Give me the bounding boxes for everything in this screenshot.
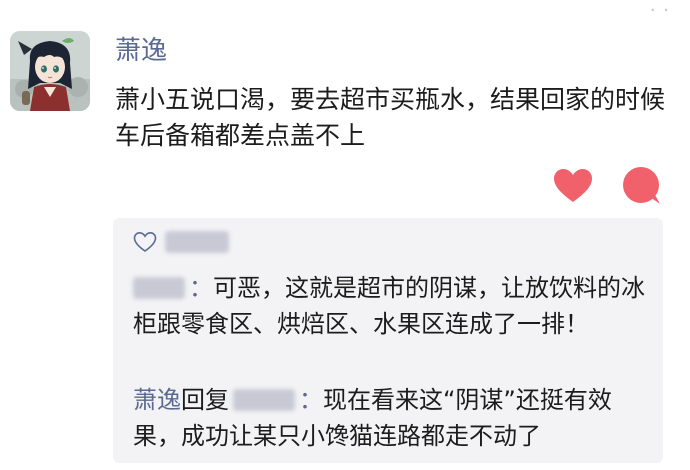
commenter-name-redacted[interactable] xyxy=(133,277,185,299)
reply-label: 回复 xyxy=(181,386,229,414)
author-name[interactable]: 萧逸 xyxy=(115,34,167,68)
reply-target-name-redacted[interactable] xyxy=(233,389,295,411)
moments-post: · · 萧逸 萧小五说口渴，要去超市买瓶水，结果回家的时候车后备箱都差点盖不上 … xyxy=(0,0,690,470)
comment-button[interactable] xyxy=(620,166,662,206)
comment-section: ：可恶，这就是超市的阴谋，让放饮料的冰柜跟零食区、烘焙区、水果区连成了一排！ 萧… xyxy=(113,218,663,463)
avatar[interactable] xyxy=(10,31,90,111)
character-avatar-icon xyxy=(10,31,90,111)
comment-item[interactable]: ：可恶，这就是超市的阴谋，让放饮料的冰柜跟零食区、烘焙区、水果区连成了一排！ xyxy=(133,270,653,342)
heart-icon xyxy=(554,169,592,202)
comment-item[interactable]: 萧逸回复 ：现在看来这“阴谋”还挺有效果，成功让某只小馋猫连路都走不动了 xyxy=(133,382,653,454)
like-button[interactable] xyxy=(553,168,593,204)
liker-name-redacted[interactable] xyxy=(165,231,229,253)
more-menu-dots[interactable]: · · xyxy=(650,0,670,21)
likes-row xyxy=(133,230,229,254)
reply-author-name[interactable]: 萧逸 xyxy=(133,386,181,414)
heart-outline-icon xyxy=(133,231,157,252)
speech-bubble-icon xyxy=(623,167,660,204)
comment-separator: ： xyxy=(299,386,323,414)
post-text: 萧小五说口渴，要去超市买瓶水，结果回家的时候车后备箱都差点盖不上 xyxy=(115,85,666,150)
comment-separator: ： xyxy=(189,274,213,302)
